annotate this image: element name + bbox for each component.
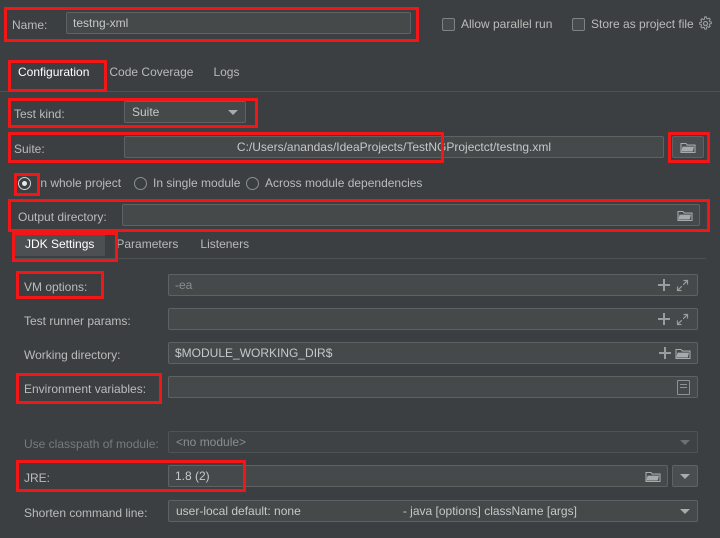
subtab-jdk-settings[interactable]: JDK Settings <box>14 234 106 256</box>
subtab-separator <box>14 258 706 259</box>
chevron-down-icon <box>680 508 691 514</box>
jre-label: JRE: <box>24 471 51 485</box>
output-directory-input[interactable] <box>122 204 700 226</box>
name-input-value: testng-xml <box>73 16 129 30</box>
working-directory-input[interactable]: $MODULE_WORKING_DIR$ <box>168 342 698 364</box>
tab-logs[interactable]: Logs <box>203 62 249 85</box>
vm-options-value: -ea <box>175 278 193 292</box>
shorten-command-line-label: Shorten command line: <box>24 506 148 520</box>
radio-dot-in-whole-project <box>18 176 31 190</box>
shorten-command-line-value: user-local default: none <box>176 504 301 518</box>
jre-value: 1.8 (2) <box>175 469 210 483</box>
tab-separator <box>0 91 720 92</box>
allow-parallel-run-label: Allow parallel run <box>461 17 553 31</box>
test-runner-params-input[interactable] <box>168 308 698 330</box>
vm-options-label: VM options: <box>24 280 88 294</box>
plus-icon[interactable] <box>658 313 670 325</box>
environment-variables-input[interactable] <box>168 376 698 398</box>
test-kind-value: Suite <box>132 105 160 119</box>
name-input[interactable]: testng-xml <box>66 12 411 34</box>
suite-input-value: C:/Users/anandas/IdeaProjects/TestNGProj… <box>236 140 552 154</box>
main-tabbar: Configuration Code Coverage Logs <box>8 62 249 85</box>
suite-label: Suite: <box>14 142 45 156</box>
test-kind-dropdown[interactable]: Suite <box>124 101 246 123</box>
vm-options-input[interactable]: -ea <box>168 274 698 296</box>
shorten-command-line-dropdown[interactable]: user-local default: none - java [options… <box>168 500 698 522</box>
folder-icon[interactable] <box>675 347 691 360</box>
suite-input[interactable]: C:/Users/anandas/IdeaProjects/TestNGProj… <box>124 136 664 158</box>
suite-browse-button[interactable] <box>672 136 704 158</box>
chevron-down-icon <box>228 109 238 115</box>
use-classpath-dropdown[interactable]: <no module> <box>168 431 698 453</box>
folder-icon[interactable] <box>645 470 661 483</box>
folder-icon <box>680 142 696 153</box>
test-kind-label: Test kind: <box>14 107 65 121</box>
plus-icon[interactable] <box>658 279 670 291</box>
edit-variables-icon[interactable] <box>677 379 690 395</box>
radio-dot-in-single-module <box>134 176 147 190</box>
chevron-down-icon <box>680 439 690 445</box>
shorten-command-line-hint: - java [options] className [args] <box>402 504 577 518</box>
test-runner-params-label: Test runner params: <box>24 314 131 328</box>
expand-icon[interactable] <box>676 313 689 326</box>
store-as-project-file-checkbox[interactable]: Store as project file <box>572 17 694 31</box>
jre-dropdown-button[interactable] <box>672 465 698 487</box>
radio-across-module-dependencies[interactable]: Across module dependencies <box>246 176 422 190</box>
subtab-listeners[interactable]: Listeners <box>189 234 260 256</box>
use-classpath-label: Use classpath of module: <box>24 437 159 451</box>
use-classpath-value: <no module> <box>176 435 247 449</box>
store-as-project-file-label: Store as project file <box>591 17 694 31</box>
name-label: Name: <box>12 18 48 32</box>
radio-in-whole-project[interactable]: In whole project <box>18 176 121 190</box>
jre-input[interactable]: 1.8 (2) <box>168 465 668 487</box>
subtab-parameters[interactable]: Parameters <box>105 234 189 256</box>
jdk-subtabbar: JDK Settings Parameters Listeners <box>14 234 260 256</box>
chevron-down-icon <box>680 473 690 479</box>
checkbox-box-store-as-project-file <box>572 17 585 31</box>
radio-in-single-module[interactable]: In single module <box>134 176 240 190</box>
folder-icon[interactable] <box>677 209 693 222</box>
environment-variables-label: Environment variables: <box>24 382 147 396</box>
gear-icon[interactable] <box>698 16 713 31</box>
allow-parallel-run-checkbox[interactable]: Allow parallel run <box>442 17 552 31</box>
radio-label-across-module-dependencies: Across module dependencies <box>265 176 423 190</box>
output-directory-label: Output directory: <box>18 210 107 224</box>
working-directory-value: $MODULE_WORKING_DIR$ <box>175 346 333 360</box>
tab-code-coverage[interactable]: Code Coverage <box>99 62 203 85</box>
run-configuration-dialog: Name: testng-xml Allow parallel run Stor… <box>0 0 720 538</box>
tab-configuration[interactable]: Configuration <box>8 62 99 85</box>
plus-icon[interactable] <box>659 347 671 359</box>
radio-label-in-whole-project: In whole project <box>37 176 122 190</box>
radio-dot-across-module-dependencies <box>246 176 259 190</box>
radio-label-in-single-module: In single module <box>153 176 241 190</box>
expand-icon[interactable] <box>676 279 689 292</box>
working-directory-label: Working directory: <box>24 348 121 362</box>
checkbox-box-allow-parallel-run <box>442 17 455 31</box>
